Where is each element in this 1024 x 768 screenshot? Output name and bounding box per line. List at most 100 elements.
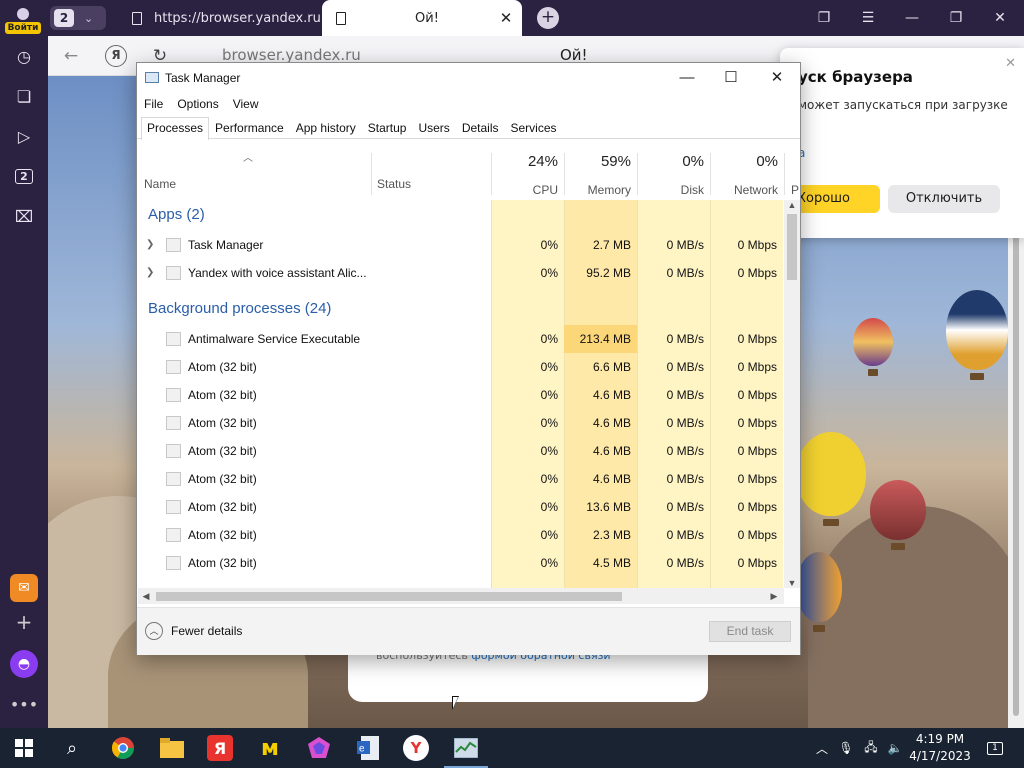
tab-details[interactable]: Details (456, 117, 505, 138)
tab-app-history[interactable]: App history (290, 117, 362, 138)
play-icon[interactable]: ▷ (12, 124, 36, 148)
login-button[interactable]: Войти (4, 4, 42, 34)
tab-yandex-browser[interactable]: https://browser.yandex.ru/ (118, 0, 320, 36)
vertical-scrollbar[interactable]: ▲ ▼ (784, 200, 800, 588)
table-row[interactable]: Atom (32 bit) 0% 6.6 MB 0 MB/s 0 Mbps (138, 353, 783, 381)
expand-icon[interactable]: ❯ (146, 259, 154, 287)
cpu-cell: 0% (540, 360, 558, 374)
disk-cell: 0 MB/s (666, 238, 704, 252)
yandex-music-icon[interactable]: м (256, 734, 284, 762)
menu-options[interactable]: Options (170, 93, 225, 115)
tab-processes[interactable]: Processes (141, 117, 210, 140)
bookmarks-icon[interactable]: ❐ (811, 6, 837, 30)
close-icon[interactable]: ✕ (754, 65, 800, 91)
scrollbar-thumb[interactable] (156, 592, 622, 601)
scroll-left-icon[interactable]: ◀ (138, 588, 154, 604)
group-apps[interactable]: Apps (2) (148, 201, 205, 229)
file-explorer-icon[interactable] (158, 734, 186, 762)
minimize-icon[interactable]: — (899, 6, 925, 30)
start-windows-icon[interactable] (10, 734, 38, 762)
column-status[interactable]: Status (377, 177, 411, 191)
table-row[interactable]: Atom (32 bit) 0% 4.5 MB 0 MB/s 0 Mbps (138, 549, 783, 577)
tab-users[interactable]: Users (412, 117, 455, 138)
table-row[interactable]: Atom (32 bit) 0% 13.6 MB 0 MB/s 0 Mbps (138, 493, 783, 521)
scroll-right-icon[interactable]: ▶ (766, 588, 782, 604)
scroll-up-icon[interactable]: ▲ (784, 200, 800, 210)
end-task-button[interactable]: End task (709, 621, 791, 642)
scrollbar-thumb[interactable] (1013, 236, 1019, 716)
more-icon[interactable]: ••• (10, 690, 38, 718)
word-document-icon[interactable]: e (354, 734, 382, 762)
close-icon[interactable]: ✕ (1005, 56, 1016, 71)
menu-icon[interactable]: ☰ (855, 6, 881, 30)
horizontal-scrollbar[interactable]: ◀ ▶ (138, 588, 784, 604)
app-shape-icon[interactable] (305, 734, 333, 762)
tab-services[interactable]: Services (505, 117, 563, 138)
column-power[interactable]: P (787, 151, 801, 201)
clock-date: 4/17/2023 (909, 749, 971, 763)
title-bar[interactable]: Task Manager — ☐ ✕ (137, 63, 800, 93)
history-icon[interactable]: ◷ (12, 44, 36, 68)
disable-button[interactable]: Отключить (888, 185, 1000, 213)
table-row[interactable]: Atom (32 bit) 0% 4.6 MB 0 MB/s 0 Mbps (138, 381, 783, 409)
tab-performance[interactable]: Performance (209, 117, 290, 138)
yandex-logo-icon[interactable]: Я (105, 45, 127, 67)
minimize-icon[interactable]: — (664, 65, 710, 91)
volume-icon[interactable]: 🔈 (884, 728, 906, 768)
window-title: Task Manager (165, 71, 241, 85)
column-network[interactable]: 0% Network (710, 151, 784, 201)
scrollbar-thumb[interactable] (787, 214, 797, 280)
column-memory[interactable]: 59% Memory (564, 151, 637, 201)
table-row[interactable]: Atom (32 bit) 0% 2.3 MB 0 MB/s 0 Mbps (138, 521, 783, 549)
show-hidden-icons[interactable]: ︿ (812, 728, 832, 768)
search-icon[interactable]: ⌕ (58, 734, 86, 762)
tab-startup[interactable]: Startup (362, 117, 413, 138)
column-name[interactable]: Name (144, 177, 176, 191)
add-icon[interactable]: + (10, 608, 38, 636)
menu-file[interactable]: File (137, 93, 170, 115)
landscape-hill (808, 506, 1008, 728)
tab-counter-button[interactable]: 2 ⌄ (50, 6, 106, 30)
network-cell: 0 Mbps (737, 472, 777, 486)
microphone-icon[interactable]: 🎙 (836, 728, 856, 768)
tabs-badge-icon[interactable]: 2 (12, 164, 36, 188)
scroll-down-icon[interactable]: ▼ (784, 578, 800, 588)
table-row[interactable]: ❯ Task Manager 0% 2.7 MB 0 MB/s 0 Mbps (138, 231, 783, 259)
maximize-icon[interactable]: ☐ (708, 65, 754, 91)
table-row[interactable]: Antimalware Service Executable 0% 213.4 … (138, 325, 783, 353)
tab-oops[interactable]: Ой! ✕ (322, 0, 522, 36)
table-row[interactable]: Atom (32 bit) 0% 4.6 MB 0 MB/s 0 Mbps (138, 465, 783, 493)
yandex-browser-icon[interactable]: Y (403, 735, 429, 761)
table-row[interactable]: Atom (32 bit) 0% 4.6 MB 0 MB/s 0 Mbps (138, 409, 783, 437)
close-tab-icon[interactable]: ✕ (496, 9, 516, 27)
table-row[interactable]: ❯ Yandex with voice assistant Alic... 0%… (138, 259, 783, 287)
system-clock[interactable]: 4:19 PM 4/17/2023 (908, 731, 972, 765)
yandex-app-icon[interactable]: Я (207, 735, 233, 761)
table-row[interactable]: Atom (32 bit) 0% 4.6 MB 0 MB/s 0 Mbps (138, 437, 783, 465)
collapse-icon[interactable]: ︿ (145, 622, 163, 640)
menu-view[interactable]: View (226, 93, 266, 115)
restore-icon[interactable]: ❐ (943, 6, 969, 30)
chrome-icon[interactable] (109, 734, 137, 762)
sort-caret-icon: ︿ (243, 153, 253, 164)
memory-cell: 4.6 MB (592, 388, 631, 402)
column-cpu[interactable]: 24% CPU (491, 151, 564, 201)
new-tab-button[interactable]: + (537, 7, 559, 29)
collections-icon[interactable]: ❏ (12, 84, 36, 108)
footer: ︿ Fewer details End task (137, 607, 800, 655)
action-center-icon[interactable]: 1 (982, 728, 1008, 768)
mail-icon[interactable]: ✉ (10, 574, 38, 602)
network-icon[interactable]: 🖧 (860, 728, 882, 768)
camera-icon[interactable]: ⌧ (12, 204, 36, 228)
alice-icon[interactable]: ◓ (10, 650, 38, 678)
disk-cell: 0 MB/s (666, 388, 704, 402)
column-disk[interactable]: 0% Disk (637, 151, 710, 201)
close-window-icon[interactable]: ✕ (987, 6, 1013, 30)
fewer-details-link[interactable]: Fewer details (171, 624, 242, 638)
memory-label: Memory (587, 183, 631, 197)
back-icon[interactable]: ← (59, 44, 83, 68)
group-background[interactable]: Background processes (24) (148, 295, 331, 323)
expand-icon[interactable]: ❯ (146, 231, 154, 259)
task-manager-taskbar-icon[interactable] (444, 734, 488, 768)
process-icon (166, 360, 181, 374)
